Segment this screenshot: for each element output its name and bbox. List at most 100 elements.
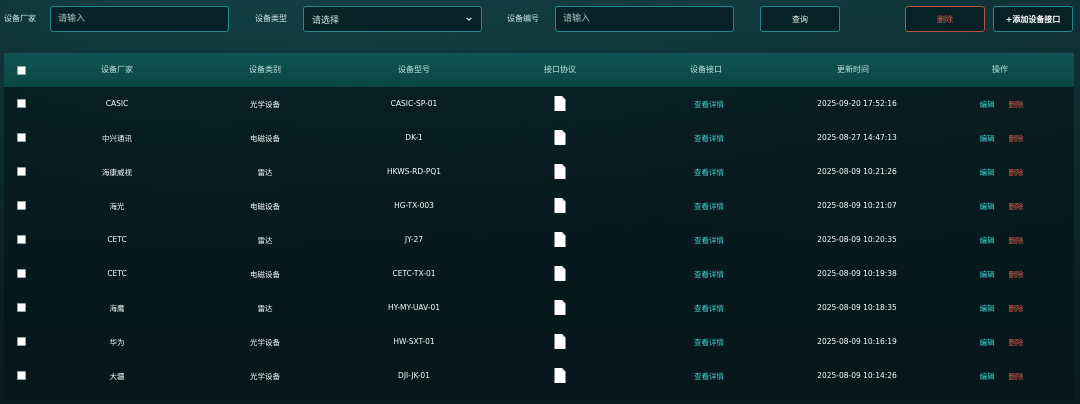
document-icon[interactable] [554, 164, 566, 179]
cell-model: CASIC-SP-01 [390, 99, 438, 108]
cell-model: DJI-JK-01 [398, 371, 430, 380]
cell-model: HW-SXT-01 [393, 337, 435, 346]
document-icon[interactable] [554, 334, 566, 349]
filter-bar: 设备厂家 设备类型 请选择 设备编号 查询 删除 +添加设备接口 [0, 0, 1080, 44]
edit-link[interactable]: 编辑 [980, 99, 995, 110]
delete-button[interactable]: 删除 [905, 6, 985, 32]
edit-link[interactable]: 编辑 [980, 269, 995, 280]
cell-category: 电磁设备 [250, 202, 280, 211]
row-delete-link[interactable]: 删除 [1009, 201, 1024, 212]
row-checkbox[interactable] [17, 235, 26, 244]
row-delete-link[interactable]: 删除 [1009, 337, 1024, 348]
manufacturer-label: 设备厂家 [4, 14, 36, 23]
cell-category: 光学设备 [250, 100, 280, 109]
row-checkbox[interactable] [17, 303, 26, 312]
device-type-select[interactable]: 请选择 [303, 6, 482, 32]
cell-category: 电磁设备 [250, 270, 280, 279]
cell-category: 雷达 [257, 236, 273, 245]
page: 设备厂家 设备类型 请选择 设备编号 查询 删除 +添加设备接口 设备厂家 设备… [0, 0, 1080, 404]
cell-manufacturer: CETC [107, 269, 127, 278]
cell-manufacturer: 中兴通讯 [102, 134, 132, 143]
view-details-link[interactable]: 查看详情 [694, 269, 724, 280]
cell-manufacturer: CASIC [105, 99, 129, 108]
device-type-label: 设备类型 [255, 14, 287, 23]
row-checkbox[interactable] [17, 201, 26, 210]
row-checkbox[interactable] [17, 99, 26, 108]
cell-model: CETC-TX-01 [392, 269, 436, 278]
cell-updated: 2025-08-09 10:16:19 [817, 337, 897, 346]
document-icon[interactable] [554, 198, 566, 213]
row-delete-link[interactable]: 删除 [1009, 371, 1024, 382]
header-model: 设备型号 [398, 65, 430, 74]
device-number-label: 设备编号 [507, 14, 539, 23]
table-row: 海光 电磁设备 HG-TX-003 查看详情 2025-08-09 10:21:… [4, 189, 1074, 223]
cell-manufacturer: CETC [107, 235, 127, 244]
document-icon[interactable] [554, 130, 566, 145]
row-checkbox[interactable] [17, 133, 26, 142]
cell-category: 光学设备 [250, 372, 280, 381]
edit-link[interactable]: 编辑 [980, 371, 995, 382]
document-icon[interactable] [554, 368, 566, 383]
row-delete-link[interactable]: 删除 [1009, 99, 1024, 110]
row-delete-link[interactable]: 删除 [1009, 133, 1024, 144]
cell-updated: 2025-08-09 10:19:38 [817, 269, 897, 278]
header-updated: 更新时间 [837, 65, 869, 74]
cell-model: HG-TX-003 [394, 201, 434, 210]
edit-link[interactable]: 编辑 [980, 337, 995, 348]
cell-updated: 2025-08-09 10:14:26 [817, 371, 897, 380]
row-checkbox[interactable] [17, 167, 26, 176]
cell-manufacturer: 海光 [109, 202, 125, 211]
device-table: 设备厂家 设备类别 设备型号 接口协议 设备接口 更新时间 操作 CASIC 光… [4, 53, 1074, 400]
cell-manufacturer: 大疆 [109, 372, 125, 381]
cell-manufacturer: 海康威视 [102, 168, 132, 177]
device-type-select-value: 请选择 [312, 15, 340, 26]
view-details-link[interactable]: 查看详情 [694, 235, 724, 246]
cell-manufacturer: 华为 [109, 338, 125, 347]
cell-model: JY-27 [404, 235, 424, 244]
row-checkbox[interactable] [17, 337, 26, 346]
cell-updated: 2025-08-09 10:21:07 [817, 201, 897, 210]
view-details-link[interactable]: 查看详情 [694, 201, 724, 212]
cell-model: HY-MY-UAV-01 [388, 303, 440, 312]
cell-category: 雷达 [257, 168, 273, 177]
edit-link[interactable]: 编辑 [980, 303, 995, 314]
row-delete-link[interactable]: 删除 [1009, 269, 1024, 280]
table-row: 海康威视 雷达 HKWS-RD-PQ1 查看详情 2025-08-09 10:2… [4, 155, 1074, 189]
view-details-link[interactable]: 查看详情 [694, 303, 724, 314]
header-manufacturer: 设备厂家 [101, 65, 133, 74]
edit-link[interactable]: 编辑 [980, 235, 995, 246]
row-delete-link[interactable]: 删除 [1009, 303, 1024, 314]
edit-link[interactable]: 编辑 [980, 133, 995, 144]
view-details-link[interactable]: 查看详情 [694, 99, 724, 110]
device-number-input[interactable] [555, 6, 734, 32]
row-checkbox[interactable] [17, 371, 26, 380]
view-details-link[interactable]: 查看详情 [694, 337, 724, 348]
table-row: CASIC 光学设备 CASIC-SP-01 查看详情 2025-09-20 1… [4, 87, 1074, 121]
add-device-interface-button[interactable]: +添加设备接口 [993, 6, 1073, 32]
view-details-link[interactable]: 查看详情 [694, 371, 724, 382]
view-details-link[interactable]: 查看详情 [694, 167, 724, 178]
table-row: CETC 电磁设备 CETC-TX-01 查看详情 2025-08-09 10:… [4, 257, 1074, 291]
cell-category: 电磁设备 [250, 134, 280, 143]
edit-link[interactable]: 编辑 [980, 201, 995, 212]
header-actions: 操作 [992, 65, 1008, 74]
cell-updated: 2025-08-09 10:21:26 [817, 167, 897, 176]
cell-category: 光学设备 [250, 338, 280, 347]
table-header: 设备厂家 设备类别 设备型号 接口协议 设备接口 更新时间 操作 [4, 53, 1074, 87]
document-icon[interactable] [554, 96, 566, 111]
table-row: 华为 光学设备 HW-SXT-01 查看详情 2025-08-09 10:16:… [4, 325, 1074, 359]
table-row: 大疆 光学设备 DJI-JK-01 查看详情 2025-08-09 10:14:… [4, 359, 1074, 393]
document-icon[interactable] [554, 232, 566, 247]
row-delete-link[interactable]: 删除 [1009, 235, 1024, 246]
row-delete-link[interactable]: 删除 [1009, 167, 1024, 178]
select-all-checkbox[interactable] [17, 66, 26, 75]
view-details-link[interactable]: 查看详情 [694, 133, 724, 144]
cell-manufacturer: 海鹰 [109, 304, 125, 313]
manufacturer-input[interactable] [50, 6, 229, 32]
edit-link[interactable]: 编辑 [980, 167, 995, 178]
document-icon[interactable] [554, 266, 566, 281]
row-checkbox[interactable] [17, 269, 26, 278]
chevron-down-icon [466, 17, 472, 21]
query-button[interactable]: 查询 [760, 6, 840, 32]
document-icon[interactable] [554, 300, 566, 315]
